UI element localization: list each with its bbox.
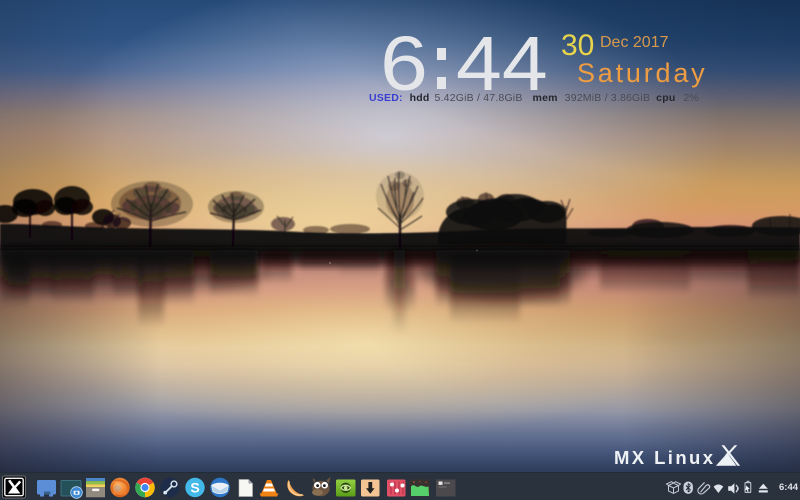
svg-text:S: S (190, 480, 199, 496)
